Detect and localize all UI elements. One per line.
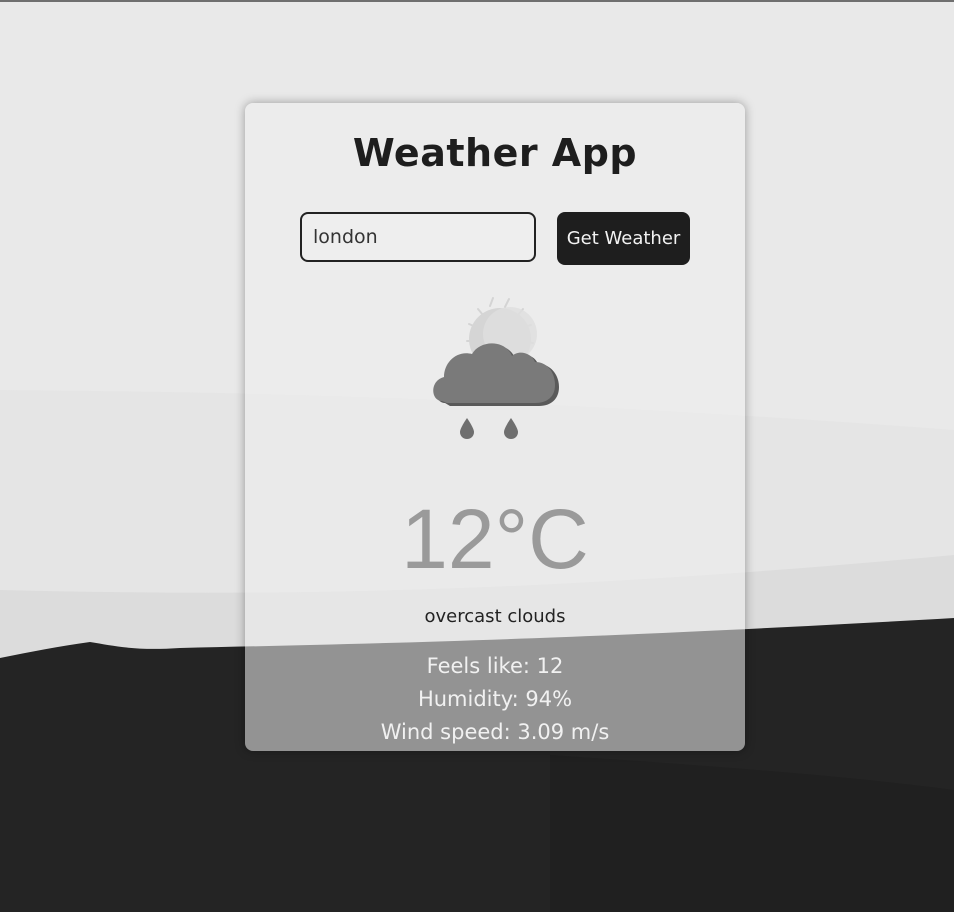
weather-description: overcast clouds bbox=[424, 606, 566, 627]
city-search-input[interactable] bbox=[300, 212, 536, 262]
weather-card: Weather App Get Weather 12°C overcast cl… bbox=[245, 103, 745, 751]
wind-speed-text: Wind speed: 3.09 m/s bbox=[380, 720, 610, 744]
top-border bbox=[0, 0, 954, 2]
get-weather-button[interactable]: Get Weather bbox=[557, 212, 690, 265]
app-title: Weather App bbox=[352, 131, 638, 175]
humidity-text: Humidity: 94% bbox=[417, 687, 573, 711]
partly-sunny-rain-icon bbox=[433, 297, 559, 439]
feels-like-text: Feels like: 12 bbox=[426, 654, 564, 678]
temperature-display: 12°C bbox=[401, 492, 589, 586]
